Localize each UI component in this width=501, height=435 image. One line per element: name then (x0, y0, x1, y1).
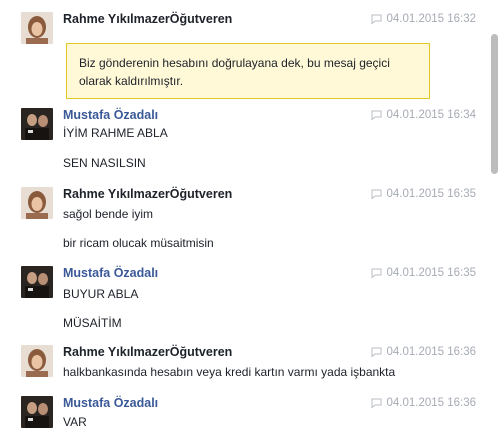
avatar-rahme[interactable] (21, 345, 53, 377)
timestamp-text: 04.01.2015 16:35 (386, 188, 476, 200)
scrollbar-thumb[interactable] (491, 34, 498, 174)
message-removed-notice: Biz gönderenin hesabını doğrulayana dek,… (66, 43, 430, 99)
timestamp: 04.01.2015 16:36 (371, 346, 476, 358)
sender-name[interactable]: Mustafa Özadalı (63, 266, 158, 280)
timestamp-text: 04.01.2015 16:35 (386, 267, 476, 279)
sender-name[interactable]: Mustafa Özadalı (63, 108, 158, 122)
timestamp-text: 04.01.2015 16:32 (386, 13, 476, 25)
sender-name[interactable]: Rahme YıkılmazerÖğutveren (63, 12, 232, 26)
sender-name[interactable]: Mustafa Özadalı (63, 396, 158, 410)
message-text: bir ricam olucak müsaitmisin (63, 236, 214, 250)
message-icon (371, 398, 382, 408)
avatar-mustafa[interactable] (21, 108, 53, 140)
avatar-rahme[interactable] (21, 187, 53, 219)
message-icon (371, 268, 382, 278)
message-icon (371, 14, 382, 24)
message-icon (371, 110, 382, 120)
timestamp-text: 04.01.2015 16:34 (386, 109, 476, 121)
message-text: İYİM RAHME ABLA (63, 126, 168, 140)
timestamp: 04.01.2015 16:32 (371, 13, 476, 25)
message-icon (371, 189, 382, 199)
scrollbar[interactable] (487, 0, 501, 435)
avatar-mustafa[interactable] (21, 266, 53, 298)
message-text: SEN NASILSIN (63, 156, 146, 170)
message-text: MÜSAİTİM (63, 316, 122, 330)
timestamp: 04.01.2015 16:36 (371, 397, 476, 409)
message-icon (371, 347, 382, 357)
sender-name[interactable]: Rahme YıkılmazerÖğutveren (63, 187, 232, 201)
timestamp-text: 04.01.2015 16:36 (386, 346, 476, 358)
message-text: VAR (63, 415, 87, 429)
message-thread: Rahme YıkılmazerÖğutveren 04.01.2015 16:… (0, 0, 484, 435)
message-text: BUYUR ABLA (63, 287, 139, 301)
timestamp: 04.01.2015 16:35 (371, 267, 476, 279)
avatar-rahme[interactable] (21, 12, 53, 44)
message-text: sağol bende iyim (63, 207, 154, 221)
timestamp-text: 04.01.2015 16:36 (386, 397, 476, 409)
timestamp: 04.01.2015 16:34 (371, 109, 476, 121)
timestamp: 04.01.2015 16:35 (371, 188, 476, 200)
message-text: halkbankasında hesabın veya kredi kartın… (63, 365, 396, 379)
avatar-mustafa[interactable] (21, 396, 53, 428)
sender-name[interactable]: Rahme YıkılmazerÖğutveren (63, 345, 232, 359)
